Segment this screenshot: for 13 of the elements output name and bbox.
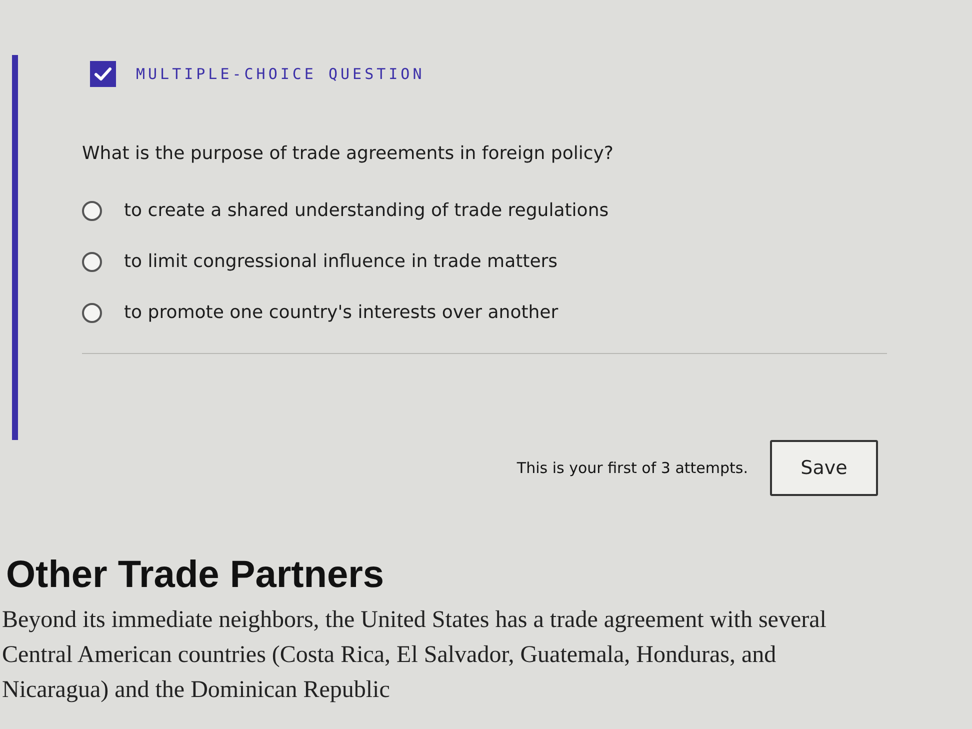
answer-option[interactable]: to promote one country's interests over another [82, 302, 558, 323]
section-heading: Other Trade Partners [6, 554, 386, 597]
radio-button[interactable] [82, 302, 102, 322]
attempts-note: This is your first of 3 attempts. [516, 459, 748, 477]
checkmark-icon [90, 61, 116, 87]
radio-button[interactable] [82, 200, 102, 220]
answer-option[interactable]: to create a shared understanding of trade regulations [82, 200, 609, 221]
radio-button[interactable] [82, 252, 102, 272]
question-type-label: MULTIPLE-CHOICE QUESTION [136, 65, 425, 83]
article-paragraph: Beyond its immediate neighbors, the United States has a trade agreement with several Central American countries (Costa Rica, El Salvador, Guatemala, Honduras, and Nicaragua) and the Dominican Republic [2, 606, 828, 705]
save-button[interactable]: Save [770, 440, 878, 496]
question-text: What is the purpose of trade agreements in foreign policy? [82, 143, 614, 164]
answer-option[interactable]: to limit congressional influence in trade matters [82, 251, 558, 272]
